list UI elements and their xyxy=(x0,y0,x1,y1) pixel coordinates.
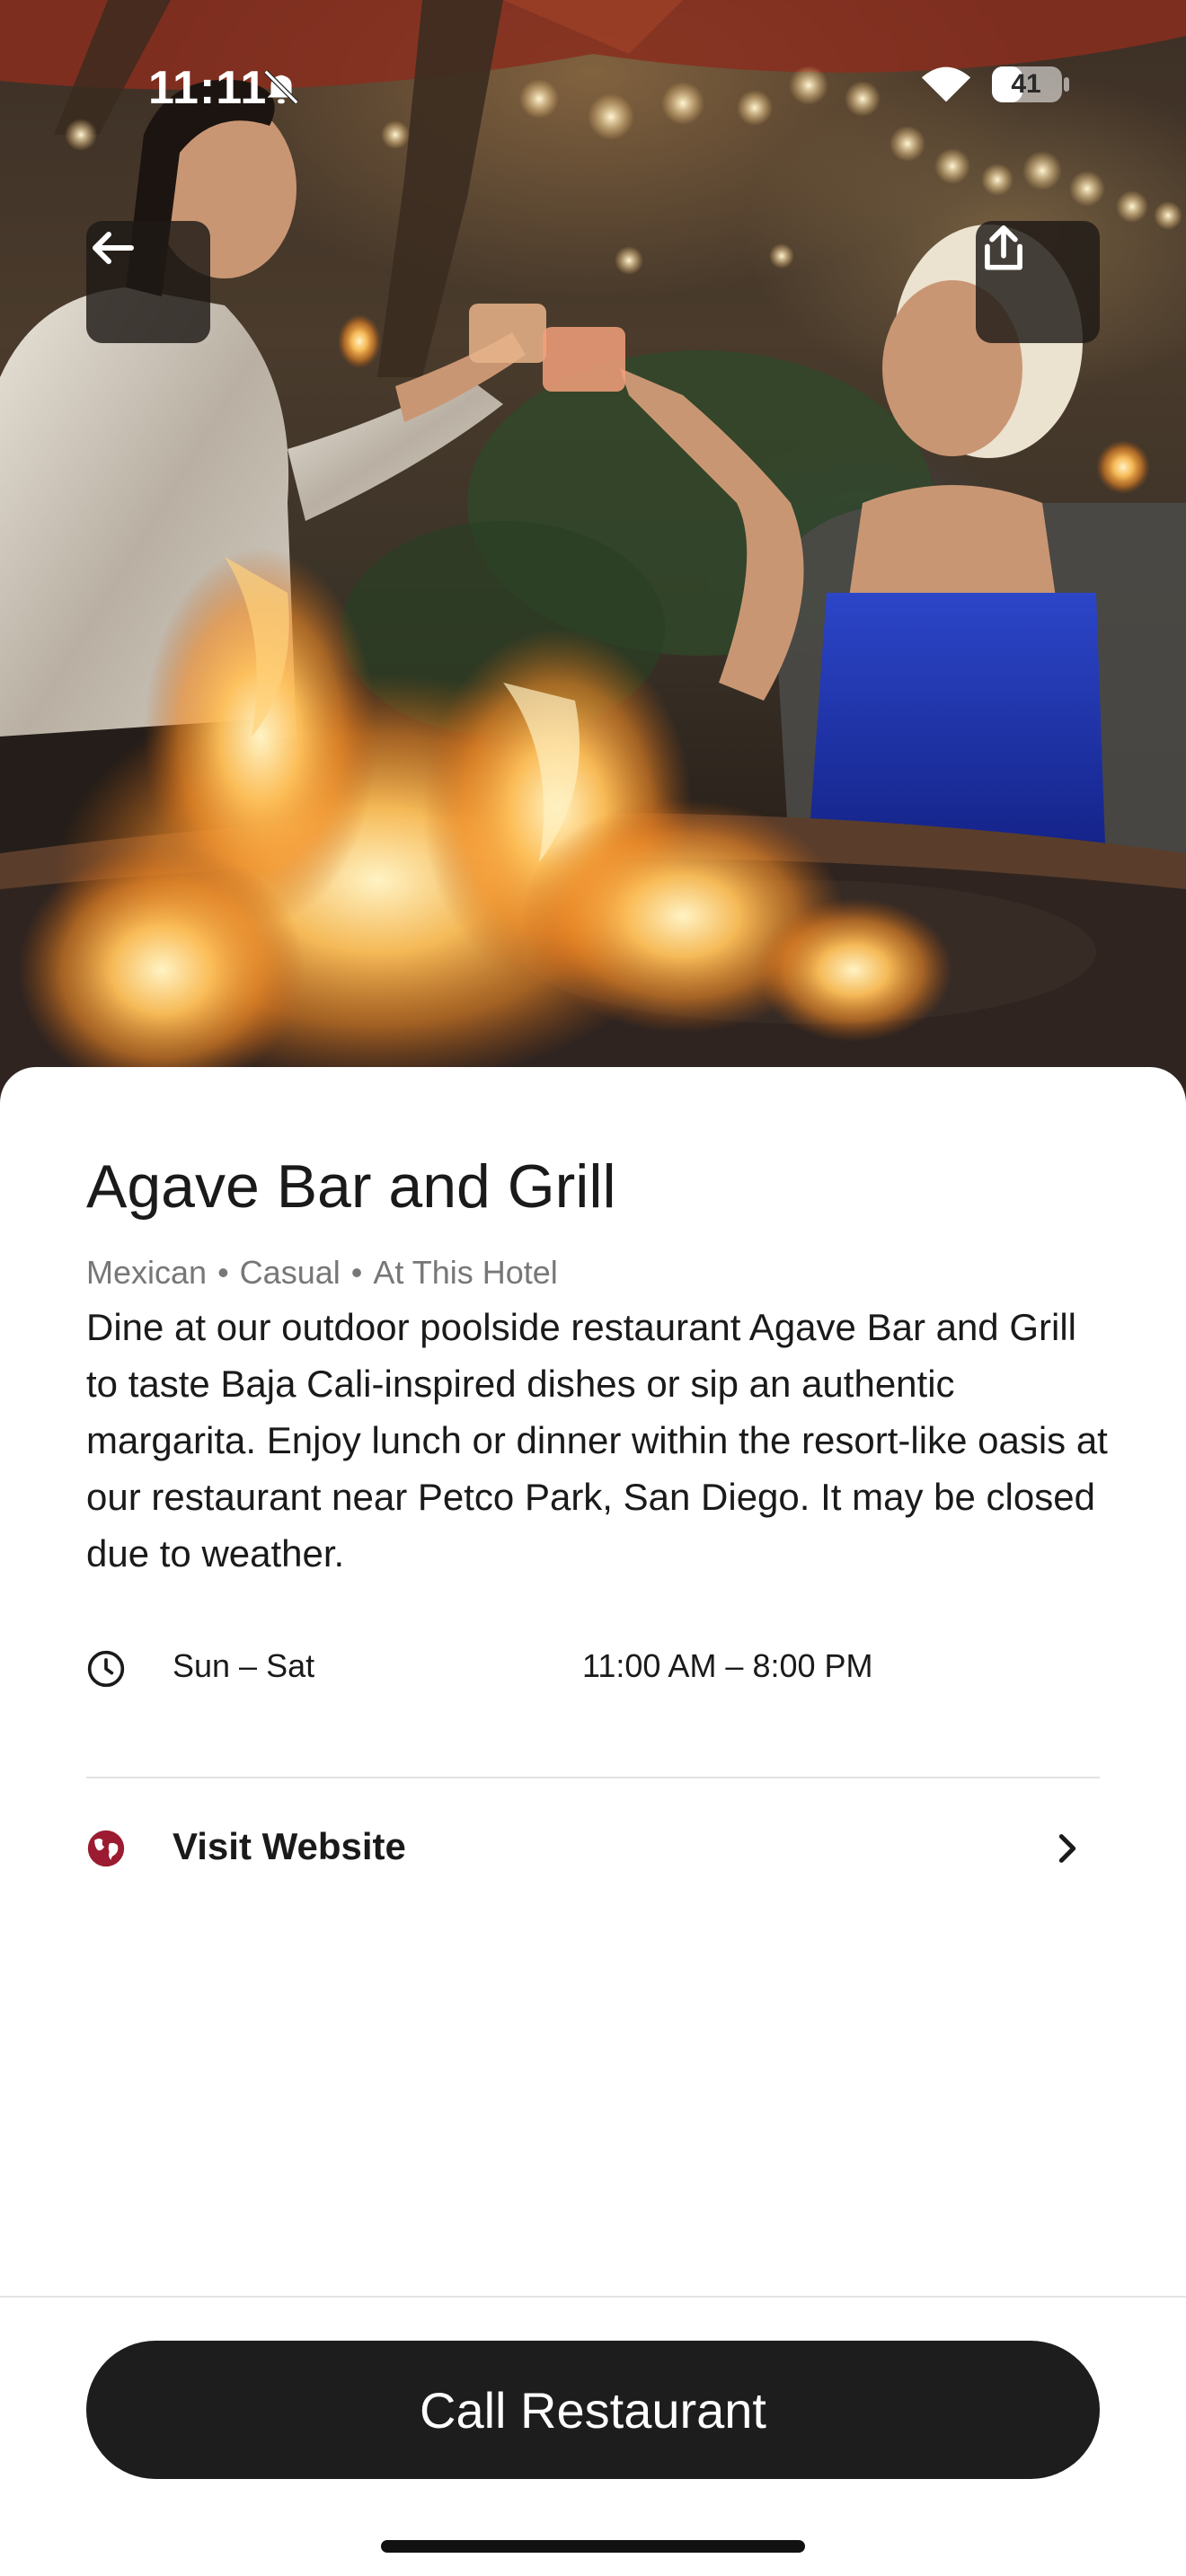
hero-photo: 11:11 41 xyxy=(0,0,1186,1123)
tag-separator: • xyxy=(350,1254,363,1291)
back-button[interactable] xyxy=(86,221,210,343)
section-divider xyxy=(86,1777,1100,1778)
share-icon xyxy=(985,225,1022,270)
footer-divider xyxy=(0,2296,1186,2298)
visit-website-link[interactable]: Visit Website xyxy=(86,1814,1100,1883)
battery-icon: 41 xyxy=(990,63,1071,106)
hours-row: Sun – Sat 11:00 AM – 8:00 PM xyxy=(86,1642,1102,1696)
tag-style: Casual xyxy=(239,1254,341,1291)
share-button[interactable] xyxy=(976,221,1100,343)
status-time: 11:11 xyxy=(148,62,268,114)
visit-website-label: Visit Website xyxy=(173,1825,406,1867)
tag-separator: • xyxy=(217,1254,229,1291)
tag-cuisine: Mexican xyxy=(86,1254,208,1291)
hours-days: Sun – Sat xyxy=(173,1647,315,1684)
hours-time: 11:00 AM – 8:00 PM xyxy=(582,1647,873,1684)
wifi-icon xyxy=(921,66,971,102)
call-restaurant-label: Call Restaurant xyxy=(420,2381,766,2439)
call-restaurant-button[interactable]: Call Restaurant xyxy=(86,2341,1100,2479)
arrow-left-icon xyxy=(93,232,134,264)
restaurant-description: Dine at our outdoor poolside restaurant … xyxy=(86,1306,1108,1575)
tag-location: At This Hotel xyxy=(373,1254,558,1291)
battery-level: 41 xyxy=(1011,69,1041,99)
clock-icon xyxy=(87,1650,125,1688)
globe-icon xyxy=(87,1830,125,1867)
hero-photo-illustration xyxy=(0,0,1186,1123)
chevron-right-icon xyxy=(1058,1834,1076,1863)
bell-off-icon xyxy=(263,69,299,105)
restaurant-tags: Mexican • Casual • At This Hotel xyxy=(86,1254,558,1292)
restaurant-name: Agave Bar and Grill xyxy=(86,1152,616,1221)
home-indicator[interactable] xyxy=(381,2540,805,2553)
